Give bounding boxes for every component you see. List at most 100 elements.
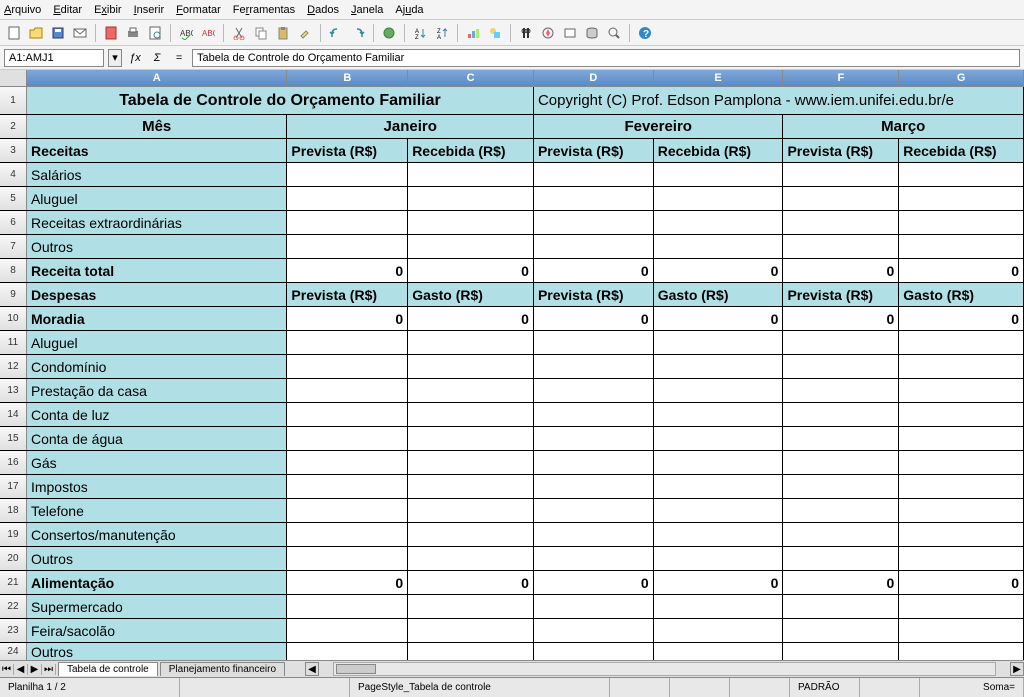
cell[interactable] [899, 187, 1024, 210]
cell[interactable] [287, 619, 408, 642]
cell[interactable] [534, 595, 654, 618]
row-header[interactable]: 13 [0, 379, 27, 402]
cell[interactable] [899, 595, 1024, 618]
cell[interactable]: 0 [654, 571, 784, 594]
cell[interactable] [534, 523, 654, 546]
row-header[interactable]: 11 [0, 331, 27, 354]
cell[interactable]: 0 [783, 259, 899, 282]
cell[interactable] [783, 331, 899, 354]
cell-reference-dropdown[interactable]: ▾ [108, 49, 122, 67]
cell[interactable] [287, 355, 408, 378]
cell[interactable] [408, 187, 534, 210]
cell[interactable] [408, 355, 534, 378]
cell[interactable]: 0 [899, 307, 1024, 330]
cell[interactable] [408, 379, 534, 402]
cell[interactable] [534, 403, 654, 426]
cell[interactable] [899, 451, 1024, 474]
row-header[interactable]: 5 [0, 187, 27, 210]
cell[interactable]: 0 [783, 307, 899, 330]
cell[interactable]: Supermercado [27, 595, 287, 618]
cell[interactable] [287, 475, 408, 498]
spreadsheet-grid[interactable]: A B C D E F G 1 Tabela de Controle do Or… [0, 70, 1024, 660]
cell[interactable] [899, 427, 1024, 450]
cell[interactable] [408, 547, 534, 570]
cell[interactable] [534, 427, 654, 450]
sheet-tab-active[interactable]: Tabela de controle [58, 662, 158, 676]
menu-janela[interactable]: Janela [351, 4, 383, 16]
cell[interactable] [287, 595, 408, 618]
zoom-button[interactable] [604, 23, 624, 43]
cell[interactable] [408, 163, 534, 186]
cell[interactable] [899, 211, 1024, 234]
cell[interactable] [654, 619, 784, 642]
navigator-button[interactable] [538, 23, 558, 43]
cell[interactable] [287, 403, 408, 426]
cell[interactable] [654, 643, 784, 660]
tab-next-button[interactable]: ▶ [28, 664, 42, 675]
cell[interactable]: Recebida (R$) [654, 139, 784, 162]
cell[interactable] [287, 331, 408, 354]
pdf-button[interactable] [101, 23, 121, 43]
find-button[interactable] [516, 23, 536, 43]
cell[interactable]: 0 [287, 307, 408, 330]
cell[interactable] [534, 187, 654, 210]
status-sum[interactable]: Soma= [920, 678, 1024, 697]
cell[interactable]: Mês [27, 115, 287, 138]
cell[interactable]: Conta de água [27, 427, 287, 450]
preview-button[interactable] [145, 23, 165, 43]
cell[interactable] [783, 355, 899, 378]
new-doc-button[interactable] [4, 23, 24, 43]
tab-prev-button[interactable]: ◀ [14, 664, 28, 675]
row-header[interactable]: 8 [0, 259, 27, 282]
cell[interactable] [899, 547, 1024, 570]
row-header[interactable]: 15 [0, 427, 27, 450]
cell[interactable] [654, 403, 784, 426]
tab-first-button[interactable]: ⏮ [0, 664, 14, 675]
cell[interactable] [899, 403, 1024, 426]
row-header[interactable]: 6 [0, 211, 27, 234]
cell[interactable] [783, 163, 899, 186]
email-button[interactable] [70, 23, 90, 43]
print-button[interactable] [123, 23, 143, 43]
cell[interactable] [654, 427, 784, 450]
col-header-c[interactable]: C [408, 70, 534, 86]
copy-button[interactable] [251, 23, 271, 43]
menu-inserir[interactable]: Inserir [134, 4, 165, 16]
row-header[interactable]: 12 [0, 355, 27, 378]
cell[interactable] [654, 331, 784, 354]
menu-editar[interactable]: Editar [53, 4, 82, 16]
row-header[interactable]: 17 [0, 475, 27, 498]
cell[interactable] [287, 643, 408, 660]
cell[interactable] [654, 235, 784, 258]
cell[interactable] [654, 475, 784, 498]
sheet-tab[interactable]: Planejamento financeiro [160, 662, 285, 676]
cell[interactable] [899, 355, 1024, 378]
cell[interactable] [783, 211, 899, 234]
cell[interactable]: Outros [27, 235, 287, 258]
sort-asc-button[interactable]: AZ [410, 23, 430, 43]
menu-formatar[interactable]: Formatar [176, 4, 221, 16]
cell[interactable]: Feira/sacolão [27, 619, 287, 642]
cell[interactable] [287, 427, 408, 450]
cell[interactable]: Outros [27, 643, 287, 660]
menu-exibir[interactable]: Exibir [94, 4, 122, 16]
cell[interactable] [534, 475, 654, 498]
cell[interactable] [899, 499, 1024, 522]
cell-reference-input[interactable]: A1:AMJ1 [4, 49, 104, 67]
cell[interactable]: Gasto (R$) [408, 283, 534, 306]
menu-dados[interactable]: Dados [307, 4, 339, 16]
redo-button[interactable] [348, 23, 368, 43]
cell[interactable] [899, 643, 1024, 660]
cell[interactable] [654, 595, 784, 618]
cell[interactable]: Gasto (R$) [654, 283, 784, 306]
col-header-f[interactable]: F [783, 70, 899, 86]
cell[interactable] [408, 643, 534, 660]
cell[interactable]: Conta de luz [27, 403, 287, 426]
cell[interactable] [783, 499, 899, 522]
cell[interactable]: 0 [654, 259, 784, 282]
cell[interactable] [408, 475, 534, 498]
cell[interactable] [287, 235, 408, 258]
row-header[interactable]: 4 [0, 163, 27, 186]
cell[interactable] [654, 211, 784, 234]
select-all-corner[interactable] [0, 70, 27, 86]
